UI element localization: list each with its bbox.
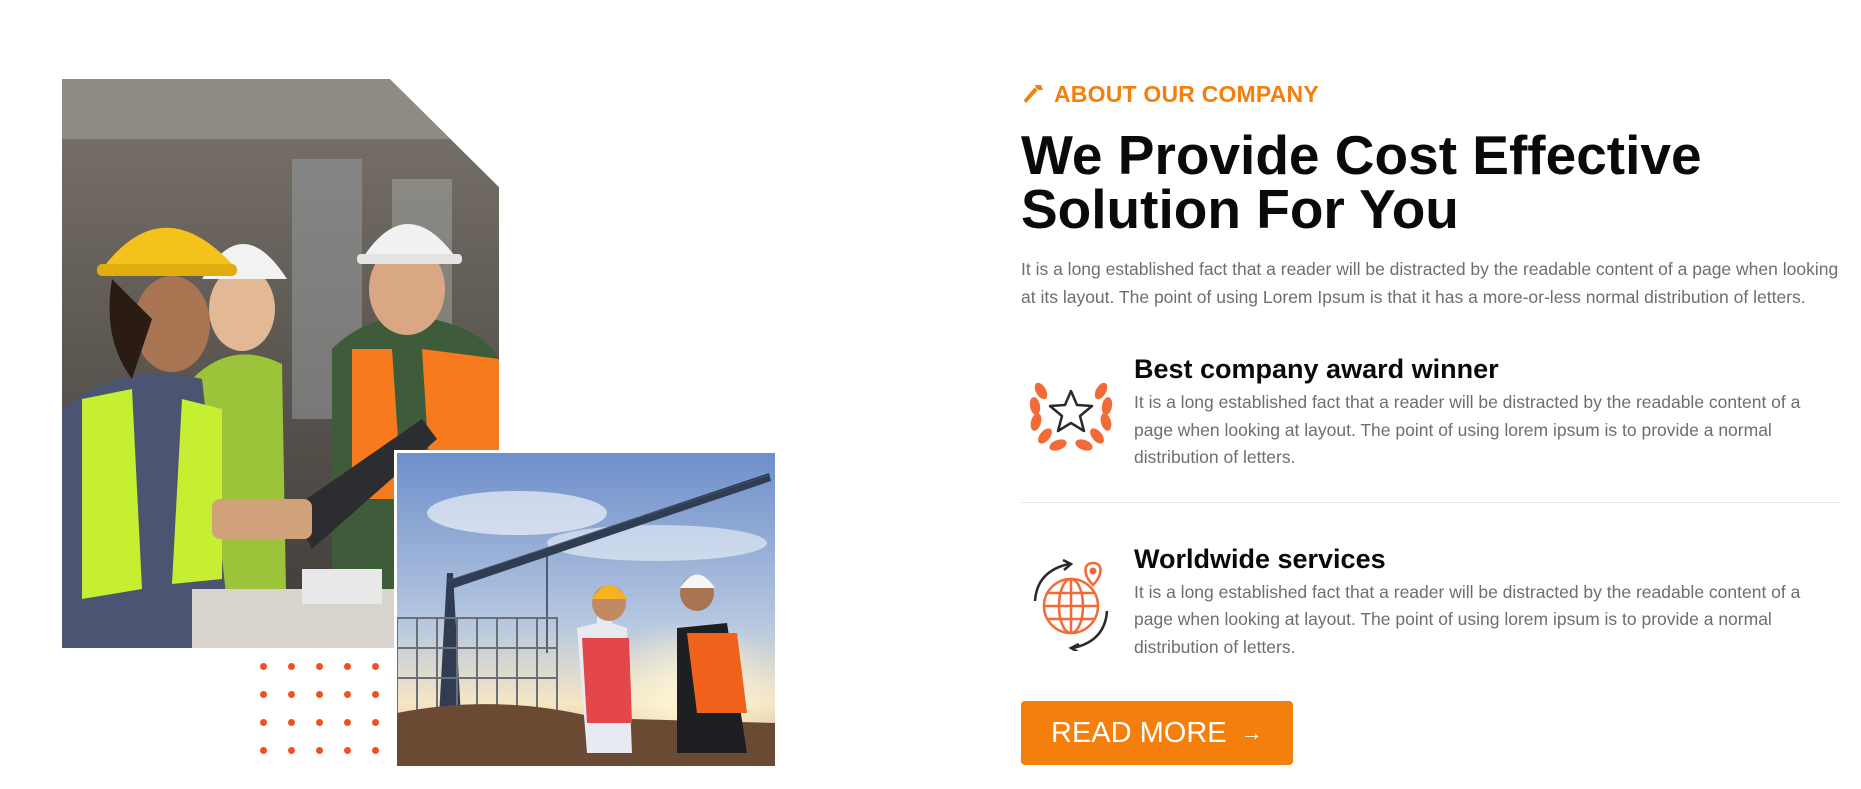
arrow-right-icon: → [1240, 720, 1263, 745]
dot [288, 691, 295, 698]
dot [344, 719, 351, 726]
feature-item-award: Best company award winner It is a long e… [1021, 353, 1841, 472]
dot [316, 719, 323, 726]
section-heading: We Provide Cost Effective Solution For Y… [1021, 124, 1702, 240]
about-content: ABOUT OUR COMPANY We Provide Cost Effect… [1021, 80, 1841, 765]
feature-text: Worldwide services It is a long establis… [1134, 543, 1844, 662]
feature-description: It is a long established fact that a rea… [1134, 392, 1801, 467]
dot [344, 663, 351, 670]
section-eyebrow: ABOUT OUR COMPANY [1021, 80, 1841, 108]
dot [372, 719, 379, 726]
read-more-label: READ MORE [1051, 716, 1227, 749]
decorative-dot-grid [260, 663, 390, 763]
dot [260, 747, 267, 754]
dot [260, 663, 267, 670]
dot [288, 747, 295, 754]
construction-site-crane-photo [394, 450, 778, 769]
award-laurel-star-icon [1021, 361, 1121, 461]
divider [1021, 501, 1841, 503]
dot [344, 747, 351, 754]
dot [288, 719, 295, 726]
dot [344, 691, 351, 698]
intro-paragraph: It is a long established fact that a rea… [1021, 259, 1839, 307]
dot [316, 663, 323, 670]
dot [316, 747, 323, 754]
globe-location-icon [1021, 551, 1121, 651]
feature-description: It is a long established fact that a rea… [1134, 581, 1801, 657]
about-section: ABOUT OUR COMPANY We Provide Cost Effect… [0, 0, 1861, 789]
feature-title: Worldwide services [1134, 543, 1386, 574]
hammer-icon [1021, 82, 1045, 106]
dot [288, 663, 295, 670]
read-more-button[interactable]: READ MORE → [1021, 701, 1293, 765]
dot [260, 719, 267, 726]
feature-title: Best company award winner [1134, 354, 1499, 384]
feature-text: Best company award winner It is a long e… [1134, 353, 1844, 472]
eyebrow-label: ABOUT OUR COMPANY [1054, 80, 1319, 107]
dot [372, 747, 379, 754]
feature-item-worldwide: Worldwide services It is a long establis… [1021, 543, 1841, 662]
dot [372, 663, 379, 670]
dot [260, 691, 267, 698]
dot [316, 691, 323, 698]
dot [372, 691, 379, 698]
